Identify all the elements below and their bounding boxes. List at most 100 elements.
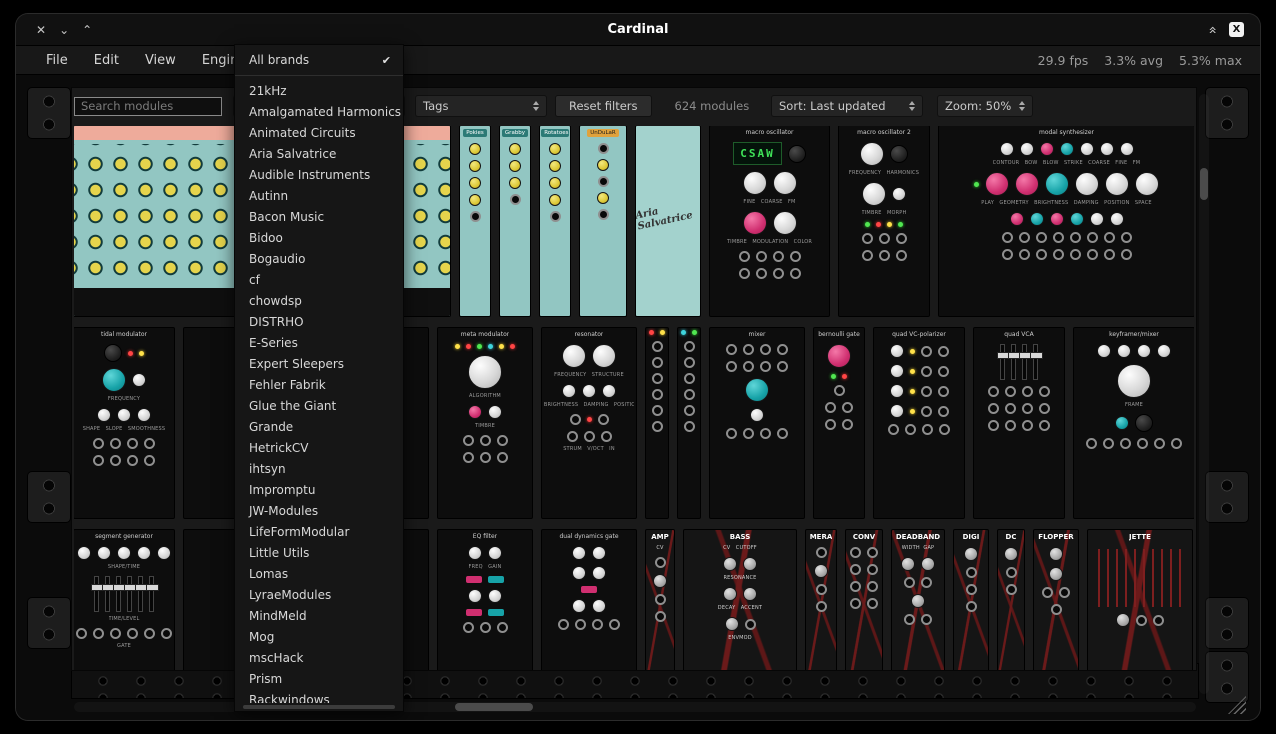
zoom-dropdown[interactable]: Zoom: 50%: [938, 96, 1032, 116]
brand-menu-item[interactable]: LifeFormModular: [235, 521, 403, 542]
jack-port: [939, 424, 950, 435]
module-keyframer-mixer[interactable]: keyframer/mixerFRAME: [1074, 328, 1194, 518]
jack-port: [745, 619, 756, 630]
module-quad-vc-polarizer[interactable]: quad VC-polarizer: [874, 328, 964, 518]
brand-menu-item[interactable]: MindMeld: [235, 605, 403, 626]
tags-dropdown[interactable]: Tags: [416, 96, 546, 116]
module-aria-signature[interactable]: Aria Salvatrice: [636, 126, 700, 316]
module-mixer[interactable]: mixer: [710, 328, 804, 518]
reset-filters-button[interactable]: Reset filters: [556, 96, 651, 116]
control-cluster: [743, 211, 797, 235]
module-title: EQ filter: [473, 530, 497, 540]
knob: [562, 344, 586, 368]
brand-menu-item[interactable]: Aria Salvatrice: [235, 143, 403, 164]
brand-menu-item[interactable]: LyraeModules: [235, 584, 403, 605]
brand-menu-item[interactable]: mscHack: [235, 647, 403, 668]
brand-menu-item[interactable]: chowdsp: [235, 290, 403, 311]
search-input[interactable]: [74, 97, 222, 116]
jack-port: [1005, 420, 1016, 431]
jack-port: [1022, 420, 1033, 431]
double-chevron-up-icon[interactable]: «: [1205, 25, 1221, 34]
brand-menu-item[interactable]: Little Utils: [235, 542, 403, 563]
module-title: segment generator: [95, 530, 153, 540]
module-flopper[interactable]: FLOPPER: [1034, 530, 1078, 670]
vertical-scrollbar-thumb[interactable]: [1200, 168, 1208, 200]
module-conv[interactable]: CONV: [846, 530, 882, 670]
module-quad-vca[interactable]: quad VCA: [974, 328, 1064, 518]
brand-menu-item[interactable]: JW-Modules: [235, 500, 403, 521]
module-macro-oscillator-2[interactable]: macro oscillator 2FREQUENCY HARMONICSTIM…: [839, 126, 929, 316]
jack-port: [921, 406, 932, 417]
brand-menu-item[interactable]: ihtsyn: [235, 458, 403, 479]
knob: [890, 145, 908, 163]
knob: [1050, 212, 1064, 226]
brand-menu-item[interactable]: Bogaudio: [235, 248, 403, 269]
control-cluster: [572, 566, 606, 580]
module-narrow-a[interactable]: [646, 328, 668, 518]
module-tidal-modulator[interactable]: tidal modulatorFREQUENCYSHAPE SLOPE SMOO…: [74, 328, 174, 518]
module-narrow-b[interactable]: [678, 328, 700, 518]
led: [128, 351, 133, 356]
brand-menu-item[interactable]: E-Series: [235, 332, 403, 353]
brand-menu-item[interactable]: Amalgamated Harmonics: [235, 101, 403, 122]
module-title: UnDuLaR: [587, 129, 619, 137]
chevron-up-icon[interactable]: ⌃: [82, 23, 92, 37]
module-rotatoes[interactable]: Rotatoes: [540, 126, 570, 316]
menu-edit[interactable]: Edit: [94, 53, 119, 68]
module-bass[interactable]: BASSCV CUTOFFRESONANCEDECAY ACCENTENVMOD: [684, 530, 796, 670]
control-cluster: [1000, 142, 1134, 156]
knob: [592, 599, 606, 613]
module-mera[interactable]: MERA: [806, 530, 836, 670]
horizontal-scrollbar-thumb[interactable]: [455, 703, 533, 711]
module-undular[interactable]: UnDuLaR: [580, 126, 626, 316]
brand-menu-item[interactable]: 21kHz: [235, 80, 403, 101]
brand-menu-item[interactable]: Grande: [235, 416, 403, 437]
brand-menu-item[interactable]: Autinn: [235, 185, 403, 206]
module-bernoulli-gate[interactable]: bernoulli gate: [814, 328, 864, 518]
brand-menu-item[interactable]: Rackwindows: [235, 689, 403, 703]
brand-menu-item[interactable]: Prism: [235, 668, 403, 689]
brand-menu-item[interactable]: Impromptu: [235, 479, 403, 500]
brand-menu-item[interactable]: Glue the Giant: [235, 395, 403, 416]
control-cluster: [684, 341, 695, 432]
brand-menu-item[interactable]: Expert Sleepers: [235, 353, 403, 374]
module-macro-oscillator[interactable]: macro oscillatorCSAWFINE COARSE FMTIMBRE…: [710, 126, 829, 316]
brand-menu-item[interactable]: cf: [235, 269, 403, 290]
close-icon[interactable]: ✕: [36, 23, 46, 37]
module-deadband[interactable]: DEADBANDWIDTH GAP: [892, 530, 944, 670]
module-modal-synthesizer[interactable]: modal synthesizerCONTOUR BOW BLOW STRIKE…: [939, 126, 1194, 316]
module-dual-dynamics-gate[interactable]: dual dynamics gate: [542, 530, 636, 670]
brand-menu-item[interactable]: Mog: [235, 626, 403, 647]
module-segment-generator[interactable]: segment generatorSHAPE/TIMETIME/LEVELGAT…: [74, 530, 174, 670]
brand-menu-item[interactable]: Fehler Fabrik: [235, 374, 403, 395]
sort-dropdown[interactable]: Sort: Last updated: [772, 96, 922, 116]
knob: [117, 546, 131, 560]
control-cluster: [739, 268, 801, 279]
control-cluster: [862, 233, 907, 244]
module-meta-modulator[interactable]: meta modulatorALGORITHMTIMBRE: [438, 328, 532, 518]
brand-menu-item[interactable]: HetrickCV: [235, 437, 403, 458]
knob: [750, 408, 764, 422]
menu-scrollbar[interactable]: [243, 705, 395, 709]
module-pokies[interactable]: Pokies: [460, 126, 490, 316]
module-eq-filter[interactable]: EQ filterFREQ GAIN: [438, 530, 532, 670]
vertical-scrollbar[interactable]: [1199, 94, 1209, 694]
brand-menu-item-selected[interactable]: All brands ✔: [235, 48, 403, 72]
module-resonator[interactable]: resonatorFREQUENCY STRUCTUREBRIGHTNESS D…: [542, 328, 636, 518]
jack-port: [463, 435, 474, 446]
module-digi[interactable]: DIGI: [954, 530, 988, 670]
brand-menu-item[interactable]: Bidoo: [235, 227, 403, 248]
module-dc[interactable]: DC: [998, 530, 1024, 670]
chevron-down-icon[interactable]: ⌄: [59, 23, 69, 37]
control-cluster: [652, 341, 663, 432]
module-jette[interactable]: JETTE: [1088, 530, 1192, 670]
menu-file[interactable]: File: [46, 53, 68, 68]
brand-menu-item[interactable]: Lomas: [235, 563, 403, 584]
module-grabby[interactable]: Grabby: [500, 126, 530, 316]
brand-menu-item[interactable]: Animated Circuits: [235, 122, 403, 143]
brand-menu-item[interactable]: Audible Instruments: [235, 164, 403, 185]
module-amp[interactable]: AMPCV: [646, 530, 674, 670]
menu-view[interactable]: View: [145, 53, 176, 68]
brand-menu-item[interactable]: DISTRHO: [235, 311, 403, 332]
brand-menu-item[interactable]: Bacon Music: [235, 206, 403, 227]
